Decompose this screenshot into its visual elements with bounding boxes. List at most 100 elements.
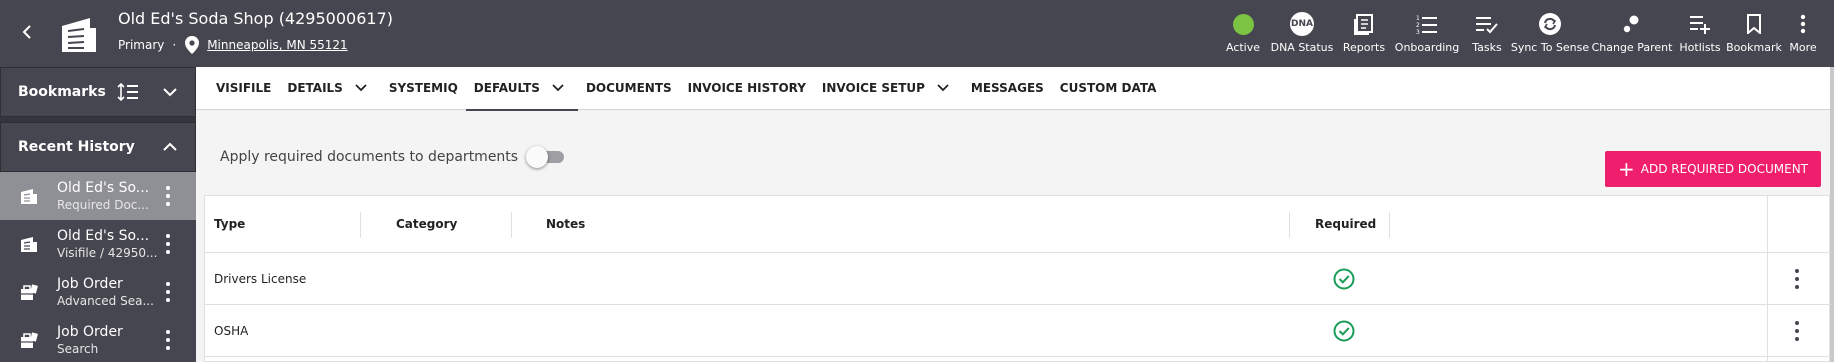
tab-label: VISIFILE <box>216 81 272 95</box>
add-button-label: ADD REQUIRED DOCUMENT <box>1640 162 1809 176</box>
kebab-menu-icon[interactable] <box>164 330 172 350</box>
toggle-label: Apply required documents to departments <box>220 149 519 165</box>
tab-label: MESSAGES <box>970 81 1044 95</box>
tab-invoice-history[interactable]: INVOICE HISTORY <box>680 67 814 110</box>
column-header-type[interactable]: Type <box>214 196 245 252</box>
back-button[interactable] <box>16 20 38 44</box>
job-order-icon <box>0 330 57 350</box>
bookmarks-section-header[interactable]: Bookmarks <box>0 67 196 117</box>
bookmark-button[interactable]: Bookmark <box>1726 0 1782 67</box>
chevron-up-icon[interactable] <box>163 140 177 156</box>
tab-bar: VISIFILE DETAILS SYSTEMIQ DEFAULTS DOCUM… <box>196 67 1830 111</box>
tab-label: DETAILS <box>287 81 343 95</box>
reports-button[interactable]: Reports <box>1338 0 1390 67</box>
tab-label: SYSTEMIQ <box>388 81 458 95</box>
plus-icon: + <box>1617 157 1635 181</box>
building-icon <box>0 235 57 253</box>
record-subline: Primary · Minneapolis, MN 55121 <box>118 36 348 54</box>
svg-text:3: 3 <box>1416 29 1420 34</box>
column-divider <box>511 212 512 238</box>
tab-details[interactable]: DETAILS <box>279 67 380 110</box>
tab-label: INVOICE SETUP <box>821 81 925 95</box>
recent-history-section-header[interactable]: Recent History <box>0 122 196 172</box>
chevron-down-icon <box>355 84 367 92</box>
recent-item-title: Old Ed's So... <box>57 180 150 196</box>
sync-icon <box>1538 10 1562 38</box>
tab-documents[interactable]: DOCUMENTS <box>578 67 680 110</box>
check-circle-icon <box>1333 320 1355 346</box>
tab-defaults[interactable]: DEFAULTS <box>465 67 579 111</box>
recent-item-title: Old Ed's So... <box>57 228 150 244</box>
tab-label: CUSTOM DATA <box>1059 81 1157 95</box>
reports-icon <box>1353 10 1375 38</box>
column-header-notes[interactable]: Notes <box>546 196 585 252</box>
recent-item-subtitle: Visifile / 42950... <box>57 246 158 260</box>
tab-custom-data[interactable]: CUSTOM DATA <box>1052 67 1165 110</box>
cell-type: OSHA <box>214 323 249 338</box>
tab-visifile[interactable]: VISIFILE <box>208 67 279 110</box>
tab-messages[interactable]: MESSAGES <box>963 67 1052 110</box>
kebab-menu-icon[interactable] <box>164 186 172 206</box>
chevron-down-icon <box>937 84 949 92</box>
row-menu-icon[interactable] <box>1793 321 1801 341</box>
table-header-row: Type Category Notes Required <box>205 196 1831 253</box>
bookmark-icon <box>1746 10 1762 38</box>
required-documents-table: Type Category Notes Required Drivers Lic… <box>204 195 1831 362</box>
header-actions: Active DNA DNA Status Reports 123 Onboar… <box>1220 0 1824 67</box>
recent-item-subtitle: Search <box>57 342 99 356</box>
address-link[interactable]: Minneapolis, MN 55121 <box>207 38 347 52</box>
more-button[interactable]: More <box>1782 0 1824 67</box>
sort-icon[interactable] <box>117 82 139 105</box>
row-menu-icon[interactable] <box>1793 269 1801 289</box>
record-title: Old Ed's Soda Shop (4295000617) <box>118 9 393 28</box>
recent-item[interactable]: Old Ed's So... Visifile / 42950... <box>0 220 196 268</box>
kebab-menu-icon[interactable] <box>164 234 172 254</box>
chevron-down-icon[interactable] <box>163 85 177 101</box>
recent-item[interactable]: Old Ed's So... Required Doc... <box>0 172 196 220</box>
sync-to-sense-button[interactable]: Sync To Sense <box>1510 0 1590 67</box>
recent-item[interactable]: Job Order Search <box>0 316 196 362</box>
svg-text:1: 1 <box>1416 15 1420 22</box>
tab-label: DEFAULTS <box>473 81 540 95</box>
svg-text:2: 2 <box>1416 22 1420 29</box>
change-parent-button[interactable]: Change Parent <box>1590 0 1674 67</box>
recent-item-subtitle: Advanced Sea... <box>57 294 154 308</box>
column-divider <box>1289 212 1290 238</box>
tasks-button[interactable]: Tasks <box>1464 0 1510 67</box>
company-building-icon <box>56 12 100 56</box>
chevron-left-icon <box>22 25 31 39</box>
table-row[interactable]: OSHA <box>205 305 1831 357</box>
recent-item[interactable]: Job Order Advanced Sea... <box>0 268 196 316</box>
tab-invoice-setup[interactable]: INVOICE SETUP <box>814 67 963 110</box>
building-icon <box>0 187 57 205</box>
record-type: Primary <box>118 38 165 52</box>
active-status-button[interactable]: Active <box>1220 0 1266 67</box>
table-row[interactable]: Drivers License <box>205 253 1831 305</box>
kebab-menu-icon[interactable] <box>164 282 172 302</box>
column-divider <box>1389 212 1390 238</box>
onboarding-button[interactable]: 123 Onboarding <box>1390 0 1464 67</box>
apply-departments-toggle[interactable] <box>526 146 565 168</box>
more-icon <box>1800 10 1806 38</box>
tasks-icon <box>1475 10 1499 38</box>
action-label: DNA Status <box>1270 41 1334 54</box>
apply-departments-setting: Apply required documents to departments <box>220 146 565 168</box>
action-label: Onboarding <box>1394 41 1460 54</box>
actions-column-divider <box>1767 196 1768 362</box>
chevron-down-icon <box>552 84 564 92</box>
action-label: Reports <box>1342 41 1386 54</box>
column-divider <box>360 212 361 238</box>
action-label: Sync To Sense <box>1510 41 1590 54</box>
hotlists-button[interactable]: Hotlists <box>1674 0 1726 67</box>
action-label: Active <box>1225 41 1261 54</box>
recent-item-title: Job Order <box>57 276 123 292</box>
add-required-document-button[interactable]: + ADD REQUIRED DOCUMENT <box>1605 151 1821 187</box>
dna-status-button[interactable]: DNA DNA Status <box>1266 0 1338 67</box>
column-header-required[interactable]: Required <box>1315 196 1376 252</box>
tab-systemiq[interactable]: SYSTEMIQ <box>381 67 466 110</box>
column-header-category[interactable]: Category <box>396 196 457 252</box>
main-content: VISIFILE DETAILS SYSTEMIQ DEFAULTS DOCUM… <box>196 67 1834 362</box>
record-header: Old Ed's Soda Shop (4295000617) Primary … <box>0 0 1834 67</box>
cell-type: Drivers License <box>214 271 307 286</box>
dna-icon: DNA <box>1290 12 1314 36</box>
